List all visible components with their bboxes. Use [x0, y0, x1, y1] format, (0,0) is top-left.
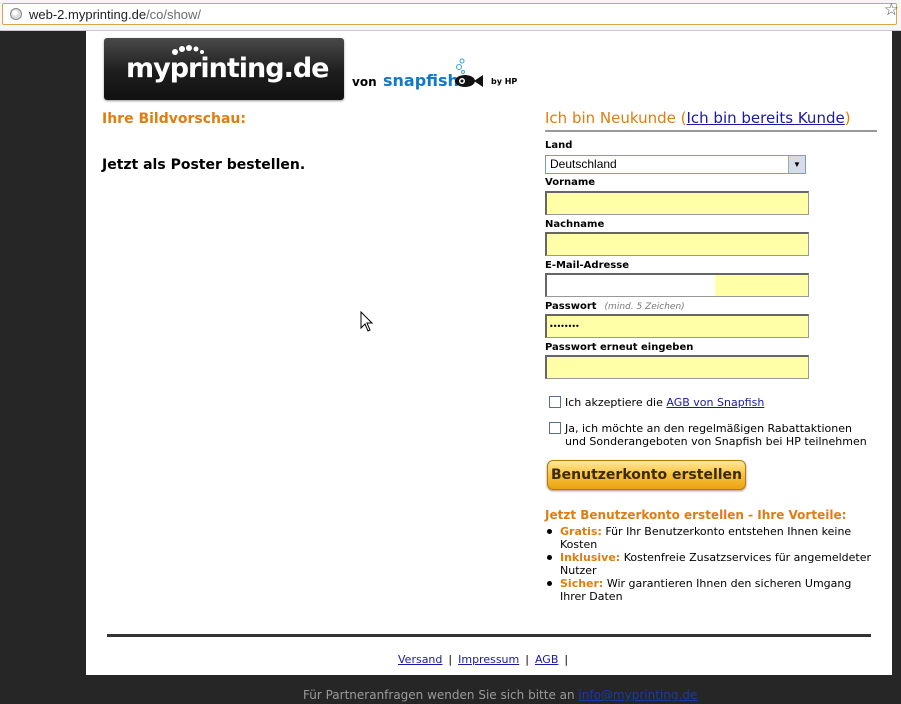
advantage-text: Wir garantieren Ihnen den sicheren Umgan… — [560, 577, 852, 603]
snapfish-fish-icon — [455, 58, 483, 87]
footer-link-versand[interactable]: Versand — [398, 653, 442, 666]
mouse-cursor-icon — [360, 311, 374, 332]
order-poster-message: Jetzt als Poster bestellen. — [102, 157, 306, 173]
advantage-text: Für Ihr Benutzerkonto entstehen Ihnen ke… — [560, 525, 852, 551]
password-hint: (mind. 5 Zeichen) — [604, 302, 685, 312]
newsletter-text-line2: und Sonderangeboten von Snapfish bei HP … — [565, 435, 867, 448]
list-item: Sicher: Wir garantieren Ihnen den sicher… — [545, 577, 875, 603]
password-repeat-input[interactable] — [545, 355, 809, 379]
url-host: web-2.myprinting.de — [29, 7, 147, 22]
password-input[interactable]: •••••••• — [545, 314, 809, 338]
preview-title: Ihre Bildvorschau: — [102, 111, 246, 127]
advantage-keyword: Sicher: — [560, 577, 604, 590]
page-content: myprinting.de von snapfish by HP Ihre Bi… — [86, 31, 892, 675]
list-item: Gratis: Für Ihr Benutzerkonto entstehen … — [545, 525, 875, 551]
firstname-input[interactable] — [545, 191, 809, 215]
registration-form: Ich bin Neukunde (Ich bin bereits Kunde)… — [545, 109, 877, 603]
bullet-icon — [547, 581, 552, 586]
existing-customer-link[interactable]: Ich bin bereits Kunde — [686, 109, 844, 127]
advantages-title: Jetzt Benutzerkonto erstellen - Ihre Vor… — [545, 508, 847, 522]
country-select-value: Deutschland — [550, 157, 617, 171]
agb-snapfish-link[interactable]: AGB von Snapfish — [666, 396, 764, 409]
firstname-label: Vorname — [545, 177, 596, 188]
advantage-keyword: Gratis: — [560, 525, 602, 538]
country-select[interactable]: Deutschland ▼ — [545, 155, 806, 174]
bookmark-star-icon[interactable]: ☆ — [884, 0, 899, 20]
footer-links: Versand | Impressum | AGB | — [398, 653, 569, 666]
password-label-row: Passwort (mind. 5 Zeichen) — [545, 301, 685, 312]
partner-inquiry: Für Partneranfragen wenden Sie sich bitt… — [303, 688, 697, 702]
advantages-list: Gratis: Für Ihr Benutzerkonto entstehen … — [545, 525, 875, 603]
email-label: E-Mail-Adresse — [545, 260, 629, 271]
agb-checkbox[interactable] — [549, 396, 561, 408]
chevron-down-icon[interactable]: ▼ — [788, 156, 805, 173]
password-label: Passwort — [545, 301, 597, 312]
url-text[interactable]: web-2.myprinting.de/co/show/ — [29, 7, 201, 22]
myprinting-logo[interactable]: myprinting.de — [104, 38, 344, 100]
partner-text: Für Partneranfragen wenden Sie sich bitt… — [303, 688, 575, 702]
country-label: Land — [545, 140, 573, 151]
agb-label: Ich akzeptiere die AGB von Snapfish — [565, 396, 764, 409]
agb-text: Ich akzeptiere die — [565, 396, 663, 409]
footer-divider — [107, 634, 871, 637]
create-account-button[interactable]: Benutzerkonto erstellen — [547, 460, 746, 490]
snapfish-logo-text: snapfish — [383, 71, 459, 90]
newsletter-label: Ja, ich möchte an den regelmäßigen Rabat… — [565, 422, 867, 448]
footer-link-agb[interactable]: AGB — [535, 653, 558, 666]
new-customer-heading: Ich bin Neukunde — [545, 109, 676, 127]
von-label: von — [352, 75, 377, 89]
password-repeat-label: Passwort erneut eingeben — [545, 342, 694, 353]
lastname-input[interactable] — [545, 232, 809, 256]
list-item: Inklusive: Kostenfreie Zusatzservices fü… — [545, 551, 875, 577]
logo-text: myprinting.de — [126, 53, 329, 84]
address-bar[interactable]: web-2.myprinting.de/co/show/ — [2, 3, 897, 25]
footer-link-impressum[interactable]: Impressum — [458, 653, 519, 666]
partner-email-link[interactable]: info@myprinting.de — [578, 688, 697, 702]
browser-toolbar: web-2.myprinting.de/co/show/ ☆ — [0, 0, 901, 31]
email-input[interactable] — [545, 273, 809, 297]
url-path: /co/show/ — [146, 7, 201, 22]
form-heading: Ich bin Neukunde (Ich bin bereits Kunde) — [545, 109, 877, 132]
advantage-keyword: Inklusive: — [560, 551, 621, 564]
password-value: •••••••• — [549, 322, 580, 331]
newsletter-text-line1: Ja, ich möchte an den regelmäßigen Rabat… — [565, 422, 852, 435]
lastname-label: Nachname — [545, 219, 605, 230]
globe-icon — [10, 8, 22, 20]
by-hp-label: by HP — [491, 77, 518, 86]
bullet-icon — [547, 555, 552, 560]
bullet-icon — [547, 529, 552, 534]
newsletter-checkbox[interactable] — [549, 422, 561, 434]
